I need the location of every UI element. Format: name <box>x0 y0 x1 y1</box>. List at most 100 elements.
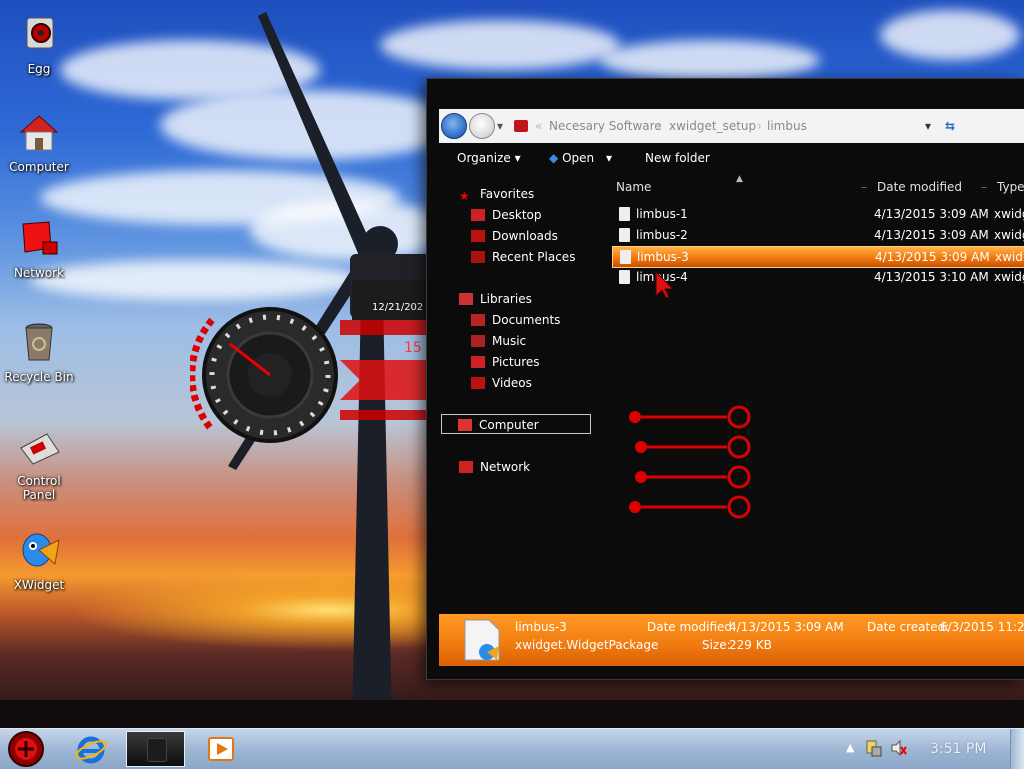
nav-network[interactable]: Network <box>459 457 530 477</box>
desktop-icon-label: Recycle Bin <box>4 370 74 384</box>
breadcrumb-item[interactable]: limbus <box>767 119 807 133</box>
widget-file-icon <box>619 207 630 221</box>
desktop-icon-xwidget[interactable]: XWidget <box>0 528 78 592</box>
widget-date: 12/21/202 <box>372 302 423 313</box>
file-type: xwid <box>995 250 1023 264</box>
desktop-icon-label: XWidget <box>13 578 65 592</box>
file-date-modified: 4/13/2015 3:09 AM <box>874 207 989 221</box>
file-row[interactable]: limbus-1 4/13/2015 3:09 AM xwidg <box>612 204 1024 224</box>
refresh-icon[interactable]: ⇆ <box>945 119 955 133</box>
widget-package-file-icon <box>464 619 500 661</box>
control-panel-icon <box>20 433 60 465</box>
back-button[interactable] <box>441 113 467 139</box>
desktop-icon-network[interactable]: Network <box>0 216 78 280</box>
column-header-type[interactable]: Type <box>997 180 1024 194</box>
xwidget-icon <box>22 533 60 567</box>
show-hidden-icons-button[interactable]: ▲ <box>846 741 854 755</box>
file-row[interactable]: limbus-2 4/13/2015 3:09 AM xwidg <box>612 225 1024 245</box>
nav-favorites[interactable]: ★ Favorites <box>459 184 534 204</box>
taskbar-explorer-window[interactable] <box>126 731 185 767</box>
nav-documents[interactable]: Documents <box>471 310 560 330</box>
column-header-name[interactable]: Name <box>616 180 651 194</box>
details-date-created-label: Date created: <box>867 620 950 634</box>
recent-pages-chevron-icon[interactable]: ▾ <box>497 119 503 133</box>
command-bar: Organize ▾ ◆ Open ▾ New folder <box>439 145 1024 173</box>
widget-file-icon <box>619 270 630 284</box>
recent-places-icon <box>471 251 485 263</box>
desktop-icon-label: Control Panel <box>17 474 61 502</box>
desktop-icon-control-panel[interactable]: Control Panel <box>0 424 78 502</box>
desktop-icon-label: Computer <box>9 160 69 174</box>
nav-videos[interactable]: Videos <box>471 373 532 393</box>
details-file-name: limbus-3 <box>515 620 567 634</box>
address-dropdown-icon[interactable]: ▾ <box>925 119 931 133</box>
file-date-modified: 4/13/2015 3:10 AM <box>874 270 989 284</box>
column-divider[interactable]: – <box>981 180 987 194</box>
new-folder-button[interactable]: New folder <box>645 151 710 165</box>
open-button[interactable]: ◆ Open ▾ <box>549 151 612 165</box>
nav-downloads[interactable]: Downloads <box>471 226 558 246</box>
egg-icon <box>26 17 54 49</box>
show-desktop-button[interactable] <box>1010 729 1024 769</box>
navigation-pane: ★ Favorites Desktop Downloads Recent Plac… <box>439 174 599 614</box>
network-icon <box>22 221 58 255</box>
column-header-date-modified[interactable]: Date modified <box>877 180 962 194</box>
widget-file-icon <box>620 250 631 264</box>
start-button[interactable] <box>6 731 46 767</box>
file-type: xwidg <box>994 270 1024 284</box>
sort-arrow-icon: ▲ <box>736 174 743 184</box>
widget-number: 15 <box>404 340 422 356</box>
breadcrumb-overflow-icon[interactable]: « <box>535 119 542 133</box>
breadcrumb-separator-icon[interactable]: › <box>657 119 662 133</box>
nav-computer[interactable]: Computer <box>441 414 591 434</box>
details-size: 229 KB <box>729 638 772 652</box>
details-date-created: 6/3/2015 11:26 P <box>940 620 1024 634</box>
nav-pictures[interactable]: Pictures <box>471 352 540 372</box>
file-name: limbus-3 <box>637 250 689 264</box>
organize-button[interactable]: Organize ▾ <box>457 151 521 165</box>
taskbar-internet-explorer[interactable] <box>74 731 108 767</box>
taskbar-clock[interactable]: 3:51 PM <box>930 741 986 757</box>
action-center-icon[interactable] <box>866 739 882 757</box>
desktop-icon-computer[interactable]: Computer <box>0 110 78 174</box>
details-date-modified-label: Date modified: <box>647 620 737 634</box>
details-size-label: Size: <box>702 638 731 652</box>
open-with-icon: ◆ <box>549 151 559 165</box>
file-name: limbus-2 <box>636 228 688 242</box>
documents-icon <box>471 314 485 326</box>
network-icon <box>459 461 473 473</box>
breadcrumb-separator-icon[interactable]: › <box>757 119 762 133</box>
file-row[interactable]: limbus-3 4/13/2015 3:09 AM xwid <box>612 246 1024 268</box>
desktop-icon <box>471 209 485 221</box>
taskbar: ▲ 3:51 PM <box>0 728 1024 769</box>
circuit-decoration <box>629 405 751 519</box>
details-file-type: xwidget.WidgetPackage <box>515 638 659 652</box>
file-list-pane: Name ▲ – Date modified – Type limbus-1 4/… <box>599 174 1024 614</box>
downloads-icon <box>471 230 485 242</box>
organize-label: Organize <box>457 151 511 165</box>
pictures-icon <box>471 356 485 368</box>
folder-icon <box>514 120 528 132</box>
recycle-bin-icon <box>25 323 53 361</box>
desktop-icon-label: Network <box>13 266 65 280</box>
file-type: xwidg <box>994 228 1024 242</box>
desktop-icon-egg[interactable]: Egg <box>0 12 78 76</box>
nav-recent-places[interactable]: Recent Places <box>471 247 575 267</box>
breadcrumb-item[interactable]: xwidget_setup <box>669 119 756 133</box>
videos-icon <box>471 377 485 389</box>
open-label: Open <box>562 151 595 165</box>
nav-libraries[interactable]: Libraries <box>459 289 532 309</box>
media-player-icon <box>208 737 234 761</box>
forward-button[interactable] <box>469 113 495 139</box>
music-icon <box>471 335 485 347</box>
nav-music[interactable]: Music <box>471 331 526 351</box>
mouse-cursor-icon <box>655 270 674 299</box>
file-type: xwidg <box>994 207 1024 221</box>
explorer-window[interactable]: ▾ « Necesary Software › xwidget_setup › … <box>426 78 1024 680</box>
column-divider[interactable]: – <box>861 180 867 194</box>
nav-desktop[interactable]: Desktop <box>471 205 542 225</box>
desktop-icon-recycle-bin[interactable]: Recycle Bin <box>0 320 78 384</box>
breadcrumb-item[interactable]: Necesary Software <box>549 119 662 133</box>
volume-muted-icon[interactable] <box>890 739 908 757</box>
taskbar-media-player[interactable] <box>204 731 238 767</box>
